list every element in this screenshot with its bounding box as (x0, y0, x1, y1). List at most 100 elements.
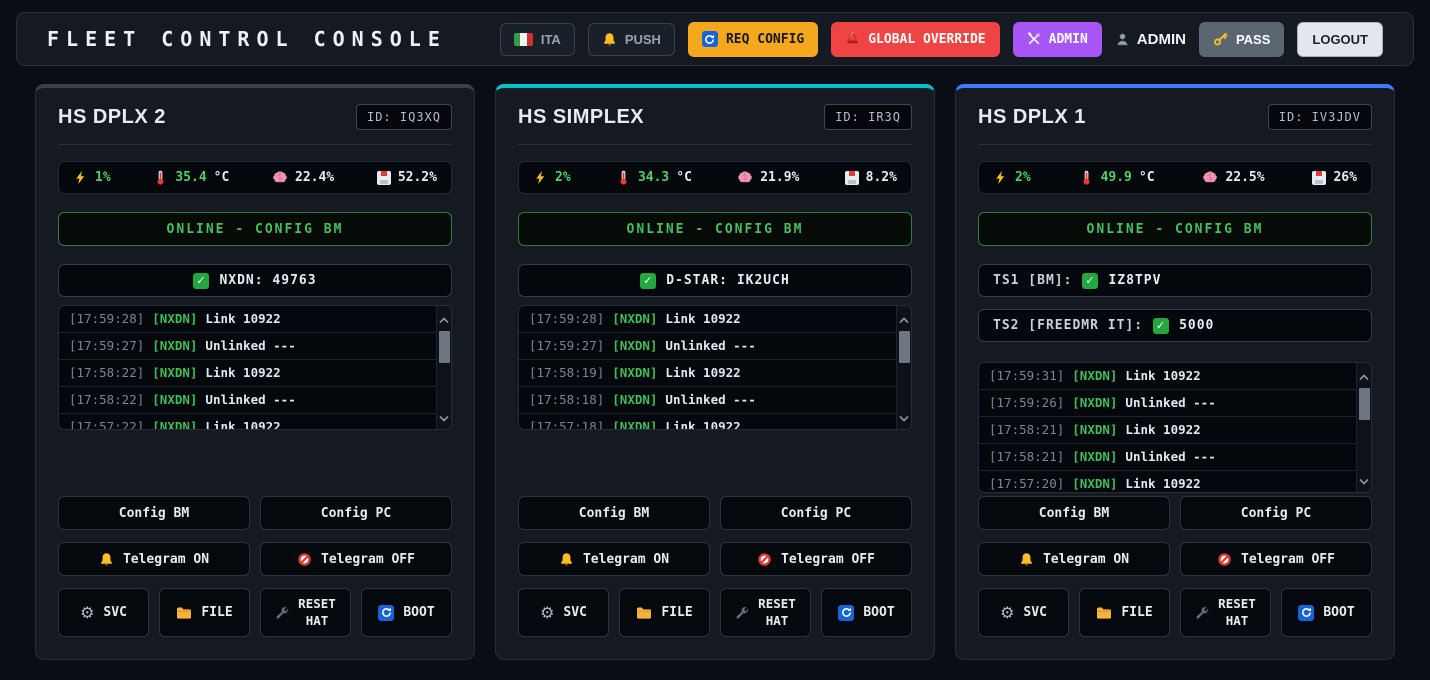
scroll-up-icon[interactable] (899, 309, 909, 328)
config-pc-button[interactable]: Config PC (1180, 496, 1372, 530)
power-stat: 1% (73, 170, 111, 185)
power-stat: 2% (993, 170, 1031, 185)
log-row: [17:58:21][NXDN]Unlinked --- (979, 444, 1356, 471)
reset-hat-button[interactable]: RESETHAT (1180, 588, 1271, 637)
file-button[interactable]: FILE (619, 588, 710, 637)
header-actions: ITA PUSH REQ CONFIG GLOBAL OVERRIDE ADMI… (500, 22, 1383, 57)
log-scrollbar[interactable] (436, 306, 451, 429)
telegram-off-button[interactable]: Telegram OFF (720, 542, 912, 576)
check-icon (1153, 318, 1169, 334)
global-override-button[interactable]: GLOBAL OVERRIDE (831, 22, 999, 57)
log-panel[interactable]: [17:59:28][NXDN]Link 10922[17:59:27][NXD… (518, 305, 912, 430)
scroll-down-icon[interactable] (1359, 470, 1369, 489)
no-entry-icon (757, 552, 772, 567)
config-bm-button[interactable]: Config BM (58, 496, 250, 530)
log-scrollbar[interactable] (1356, 363, 1371, 492)
power-stat: 2% (533, 170, 571, 185)
config-pc-button[interactable]: Config PC (720, 496, 912, 530)
timeslot-2-indicator: TS2 [FREEDMR IT]:5000 (978, 309, 1372, 342)
siren-icon (845, 32, 860, 47)
svc-button[interactable]: ⚙SVC (978, 588, 1069, 637)
log-row: [17:58:19][NXDN]Link 10922 (519, 360, 896, 387)
page-title: FLEET CONTROL CONSOLE (47, 27, 447, 51)
scrollbar-thumb[interactable] (1359, 388, 1370, 420)
bell-icon (1019, 552, 1034, 567)
reset-hat-button[interactable]: RESETHAT (260, 588, 351, 637)
log-row: [17:58:22][NXDN]Link 10922 (59, 360, 436, 387)
gear-icon: ⚙ (80, 605, 94, 621)
pass-button[interactable]: PASS (1199, 22, 1284, 57)
check-icon (640, 273, 656, 289)
user-indicator: ADMIN (1115, 31, 1186, 48)
temperature-stat: 49.9°C (1079, 170, 1155, 185)
log-list: [17:59:28][NXDN]Link 10922[17:59:27][NXD… (59, 306, 436, 429)
wrench-icon (735, 606, 749, 620)
status-badge: ONLINE - CONFIG BM (518, 212, 912, 246)
app-header: FLEET CONTROL CONSOLE ITA PUSH REQ CONFI… (16, 12, 1414, 66)
thermometer-icon (616, 170, 631, 185)
brain-icon (1202, 170, 1218, 185)
telegram-off-button[interactable]: Telegram OFF (1180, 542, 1372, 576)
refresh-icon (702, 31, 718, 47)
device-id-badge: ID: IQ3XQ (356, 104, 452, 130)
log-scrollbar[interactable] (896, 306, 911, 429)
log-panel[interactable]: [17:59:31][NXDN]Link 10922[17:59:26][NXD… (978, 362, 1372, 493)
scrollbar-thumb[interactable] (439, 331, 450, 363)
card-actions: Config BM Config PC Telegram ON Telegram… (518, 496, 912, 637)
device-id-badge: ID: IV3JDV (1268, 104, 1372, 130)
telegram-on-button[interactable]: Telegram ON (978, 542, 1170, 576)
italy-flag-icon (514, 33, 533, 46)
card-actions: Config BM Config PC Telegram ON Telegram… (978, 496, 1372, 637)
scroll-up-icon[interactable] (439, 309, 449, 328)
config-pc-button[interactable]: Config PC (260, 496, 452, 530)
zap-icon (993, 170, 1008, 185)
log-row: [17:57:22][NXDN]Link 10922 (59, 414, 436, 429)
file-button[interactable]: FILE (1079, 588, 1170, 637)
wrench-icon (275, 606, 289, 620)
logout-button[interactable]: LOGOUT (1297, 22, 1383, 57)
hammer-wrench-icon (1027, 32, 1041, 46)
bell-icon (559, 552, 574, 567)
divider (518, 144, 912, 145)
scroll-up-icon[interactable] (1359, 366, 1369, 385)
hotspot-card-hs-simplex: HS SIMPLEX ID: IR3Q 2% 34.3°C 21.9% 8.2%… (495, 84, 935, 660)
log-panel[interactable]: [17:59:28][NXDN]Link 10922[17:59:27][NXD… (58, 305, 452, 430)
memory-disk-icon (1312, 171, 1326, 185)
log-row: [17:59:26][NXDN]Unlinked --- (979, 390, 1356, 417)
telegram-on-button[interactable]: Telegram ON (58, 542, 250, 576)
check-icon (193, 273, 209, 289)
req-config-button[interactable]: REQ CONFIG (688, 22, 818, 57)
thermometer-icon (153, 170, 168, 185)
language-button[interactable]: ITA (500, 23, 575, 56)
card-actions: Config BM Config PC Telegram ON Telegram… (58, 496, 452, 637)
file-button[interactable]: FILE (159, 588, 250, 637)
card-title: HS SIMPLEX (518, 106, 644, 129)
memory-stat: 52.2% (377, 170, 437, 185)
telegram-on-button[interactable]: Telegram ON (518, 542, 710, 576)
boot-button[interactable]: BOOT (361, 588, 452, 637)
user-bust-icon (1115, 32, 1130, 47)
mode-indicator: D-STAR: IK2UCH (518, 264, 912, 297)
refresh-icon (378, 605, 394, 621)
scrollbar-thumb[interactable] (899, 331, 910, 363)
admin-panel-button[interactable]: ADMIN (1013, 22, 1102, 57)
scroll-down-icon[interactable] (439, 407, 449, 426)
divider (58, 144, 452, 145)
svc-button[interactable]: ⚙SVC (518, 588, 609, 637)
config-bm-button[interactable]: Config BM (518, 496, 710, 530)
boot-button[interactable]: BOOT (821, 588, 912, 637)
hotspot-card-hs-dplx-2: HS DPLX 2 ID: IQ3XQ 1% 35.4°C 22.4% 52.2… (35, 84, 475, 660)
push-button[interactable]: PUSH (588, 23, 675, 56)
log-row: [17:59:31][NXDN]Link 10922 (979, 363, 1356, 390)
scroll-down-icon[interactable] (899, 407, 909, 426)
config-bm-button[interactable]: Config BM (978, 496, 1170, 530)
folder-icon (1096, 606, 1112, 620)
memory-disk-icon (377, 171, 391, 185)
log-row: [17:58:18][NXDN]Unlinked --- (519, 387, 896, 414)
telegram-off-button[interactable]: Telegram OFF (260, 542, 452, 576)
brain-icon (737, 170, 753, 185)
folder-icon (636, 606, 652, 620)
svc-button[interactable]: ⚙SVC (58, 588, 149, 637)
reset-hat-button[interactable]: RESETHAT (720, 588, 811, 637)
boot-button[interactable]: BOOT (1281, 588, 1372, 637)
